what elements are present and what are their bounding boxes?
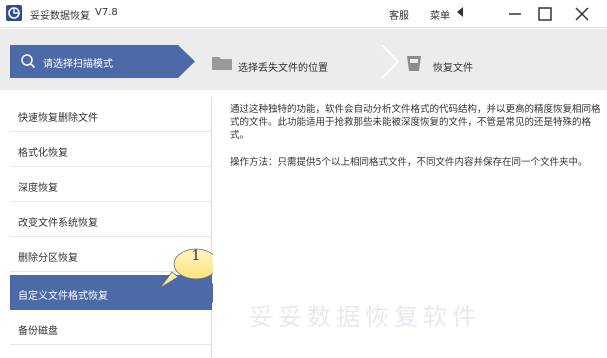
app-logo-icon (6, 5, 22, 21)
folder-icon (212, 57, 232, 70)
search-icon (21, 54, 36, 69)
recover-bin-icon (407, 56, 421, 71)
sidebar-item-deep-recover[interactable]: 深度恢复 (10, 167, 212, 202)
sidebar-item-label: 快速恢复删除文件 (18, 113, 98, 124)
sidebar-item-format-recover[interactable]: 格式化恢复 (10, 132, 212, 167)
minimize-icon[interactable] (505, 4, 525, 24)
operation-method: 操作方法：只需提供5个以上相同格式文件，不同文件内容并保存在同一个文件夹中。 (230, 157, 588, 168)
app-version: V7.8 (95, 7, 118, 18)
watermark: 妥妥数据恢复软件 (249, 303, 481, 331)
sidebar-item-label: 备份磁盘 (18, 326, 58, 337)
maximize-icon[interactable] (535, 4, 555, 24)
step-separator-icon (381, 45, 400, 78)
sidebar-item-label: 自定义文件格式恢复 (18, 291, 108, 302)
sidebar-item-label: 深度恢复 (18, 183, 58, 194)
service-button[interactable]: 客服 (389, 7, 409, 22)
sidebar-item-quick-recover[interactable]: 快速恢复删除文件 (10, 97, 212, 132)
app-name: 妥妥数据恢复 (30, 11, 90, 22)
callout-number: 1 (191, 248, 201, 264)
menu-arrow-icon[interactable] (455, 6, 465, 18)
step-label: 选择丢失文件的位置 (238, 63, 328, 74)
mode-description: 通过这种独特的功能，软件会自动分析文件格式的代码结构，并以更高的精度恢复相同格式… (230, 104, 601, 141)
step-select-location[interactable]: 选择丢失文件的位置 (212, 55, 328, 74)
sidebar-item-label: 改变文件系统恢复 (18, 218, 98, 229)
mode-description-panel: 通过这种独特的功能，软件会自动分析文件格式的代码结构，并以更高的精度恢复相同格式… (213, 97, 607, 358)
step-recover-files[interactable]: 恢复文件 (405, 54, 473, 75)
sidebar-item-filesystem-recover[interactable]: 改变文件系统恢复 (10, 202, 212, 237)
close-icon[interactable] (572, 4, 592, 24)
step-bar: 请选择扫描模式 选择丢失文件的位置 恢复文件 (0, 29, 607, 90)
sidebar-item-label: 删除分区恢复 (18, 253, 78, 264)
title-bar: 妥妥数据恢复 V7.8 客服 菜单 (0, 0, 607, 28)
step-label: 请选择扫描模式 (43, 59, 113, 70)
step-scan-mode[interactable]: 请选择扫描模式 (10, 45, 195, 78)
sidebar-item-label: 格式化恢复 (18, 148, 68, 159)
scan-mode-list: 快速恢复删除文件 格式化恢复 深度恢复 改变文件系统恢复 删除分区恢复 自定义文… (10, 97, 212, 358)
step-label: 恢复文件 (433, 63, 473, 74)
menu-button[interactable]: 菜单 (430, 7, 450, 22)
sidebar-item-backup-disk[interactable]: 备份磁盘 (10, 310, 212, 345)
